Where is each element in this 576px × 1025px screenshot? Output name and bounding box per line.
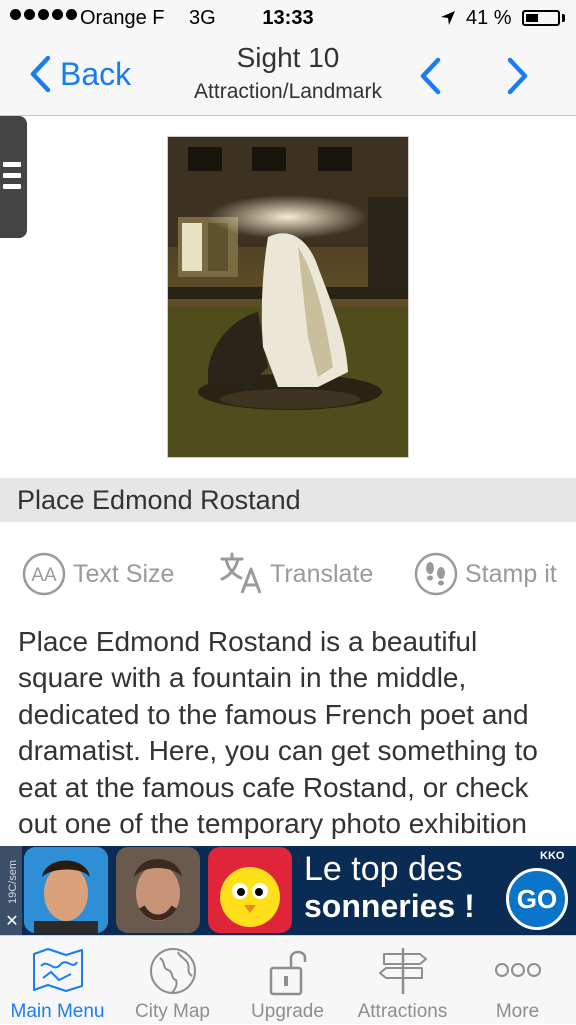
tab-more[interactable]: More (460, 936, 575, 1025)
tab-bar: Main Menu City Map Upgrade Attractions M… (0, 935, 576, 1024)
side-menu-handle[interactable] (0, 116, 27, 238)
map-icon (32, 948, 83, 992)
svg-text:AA: AA (31, 565, 57, 586)
previous-sight-button[interactable] (416, 56, 446, 96)
tab-label: Attractions (357, 1001, 448, 1022)
ad-avatar-3 (208, 847, 292, 933)
ad-avatar-2 (116, 847, 200, 933)
ad-price-text: 19C/sem (7, 859, 19, 905)
sight-photo (167, 136, 409, 458)
text-size-icon: AA (22, 552, 66, 596)
tab-upgrade[interactable]: Upgrade (230, 936, 345, 1025)
translate-label: Translate (270, 559, 374, 588)
ad-close-button[interactable]: ✕ (2, 912, 22, 932)
lock-icon (269, 950, 306, 996)
battery-percent: 41 % (466, 7, 512, 29)
tab-label: Main Menu (10, 1001, 105, 1022)
status-bar: Orange F 3G 13:33 41 % (0, 0, 576, 38)
sight-name-bar: Place Edmond Rostand (0, 478, 576, 522)
translate-button[interactable]: Translate (216, 548, 373, 600)
page-subtitle: Attraction/Landmark (194, 80, 382, 103)
stamp-it-label: Stamp it (465, 559, 557, 588)
navigation-bar: Back Sight 10 Attraction/Landmark (0, 38, 576, 116)
more-icon (494, 963, 541, 977)
tab-label: More (495, 1001, 540, 1022)
ad-avatar-1 (24, 847, 108, 933)
tab-city-map[interactable]: City Map (115, 936, 230, 1025)
ad-headline-1: Le top des (304, 850, 463, 888)
location-arrow-icon (441, 11, 455, 25)
ad-banner[interactable]: 19C/sem ✕ Le top des sonneries ! KKO GO (0, 846, 576, 935)
stamp-it-button[interactable]: Stamp it (413, 548, 557, 600)
tab-attractions[interactable]: Attractions (345, 936, 460, 1025)
globe-icon (149, 948, 196, 994)
tab-label: Upgrade (251, 1001, 324, 1022)
text-size-button[interactable]: AA Text Size (21, 548, 174, 600)
sight-name: Place Edmond Rostand (17, 485, 301, 515)
ad-brand: KKO (540, 850, 565, 862)
page-title: Sight 10 (236, 42, 340, 73)
ad-go-button[interactable]: GO (506, 868, 568, 930)
text-size-label: Text Size (73, 559, 175, 588)
signpost-icon (378, 948, 427, 994)
next-sight-button[interactable] (502, 56, 532, 96)
ad-headline-2: sonneries ! (304, 888, 475, 924)
translate-icon (220, 552, 262, 594)
sight-description: Place Edmond Rostand is a beautiful squa… (18, 626, 538, 840)
footprints-icon (414, 552, 458, 596)
battery-icon (522, 10, 560, 26)
tab-main-menu[interactable]: Main Menu (0, 936, 115, 1025)
tab-label: City Map (135, 1001, 210, 1022)
